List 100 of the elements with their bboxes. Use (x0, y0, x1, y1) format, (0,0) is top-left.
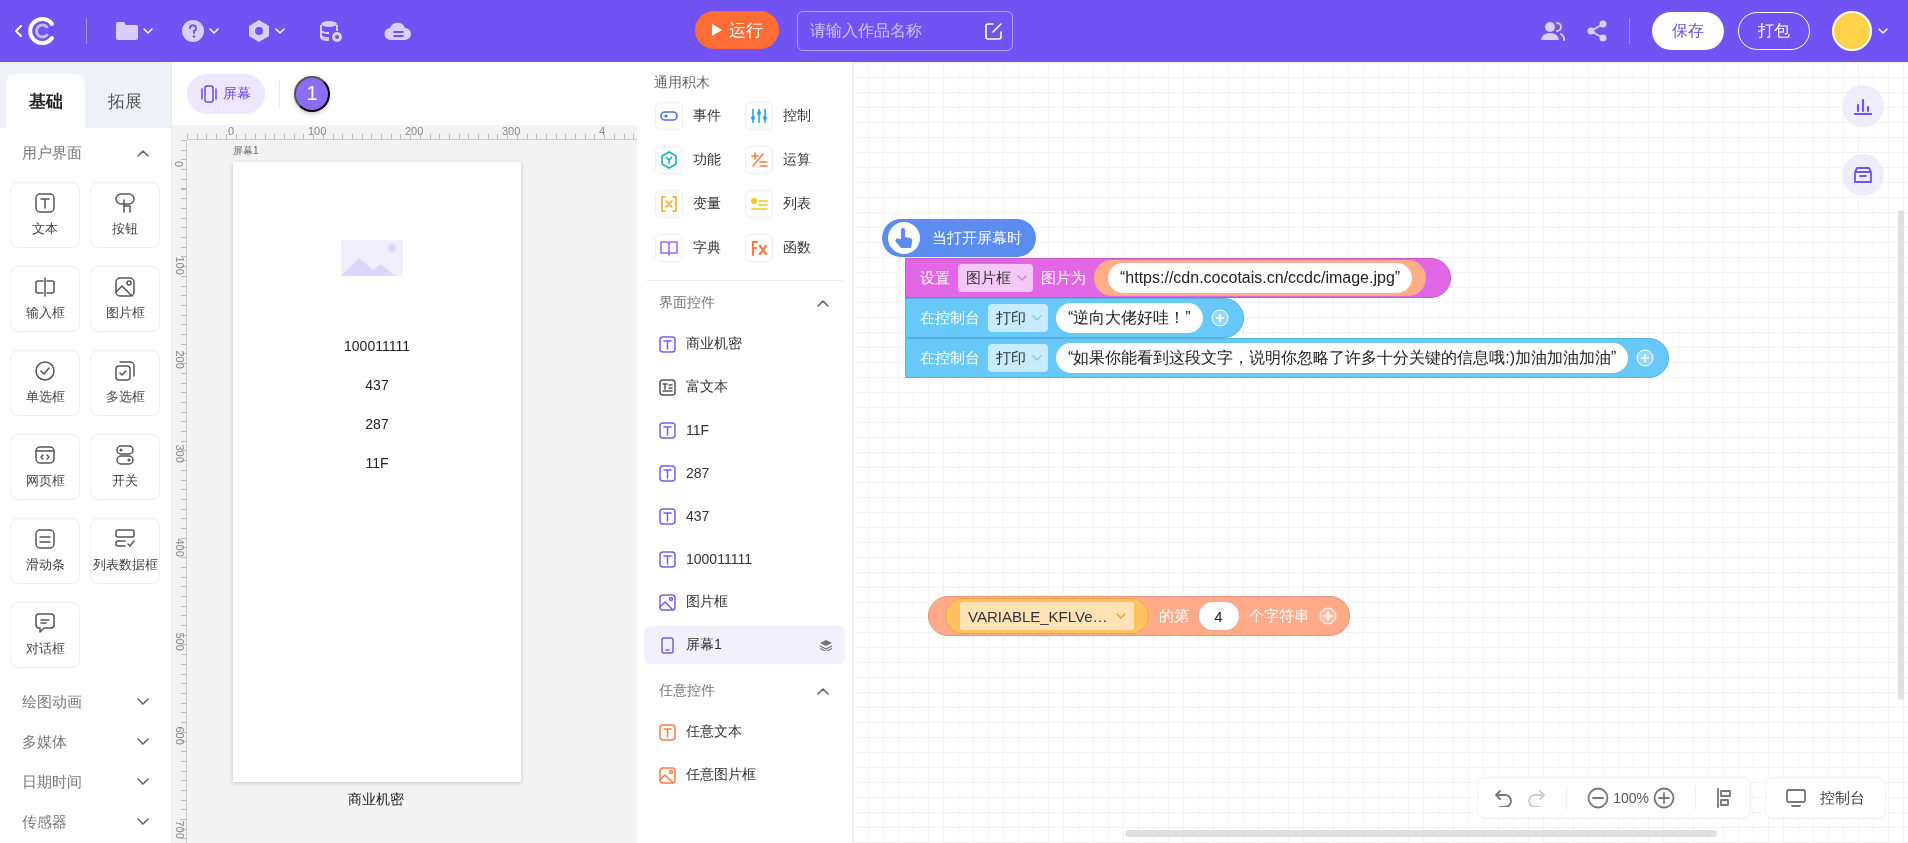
vertical-scrollbar[interactable] (1898, 210, 1904, 700)
string-field[interactable]: “逆向大佬好哇！” (1056, 303, 1203, 333)
block-category[interactable]: 字典 (655, 234, 745, 262)
section-header[interactable]: 界面控件 (644, 281, 845, 325)
panel-tab[interactable]: 拓展 (85, 74, 164, 128)
set-property-block[interactable]: 设置 图片框 图片为 “https://cdn.cocotais.cn/ccdc/image.jpg” (905, 258, 1452, 298)
phone-icon (201, 84, 217, 103)
expand-icon[interactable] (137, 698, 149, 706)
expand-icon[interactable] (137, 818, 149, 826)
widget-item[interactable]: 屏幕1 (644, 626, 845, 664)
database-icon[interactable] (319, 19, 343, 43)
widget-item[interactable]: 商业机密 (644, 325, 845, 363)
expand-icon[interactable] (137, 778, 149, 786)
component-tile[interactable]: 列表数据框 (90, 518, 160, 584)
component-tile[interactable]: 网页框 (10, 434, 80, 500)
string-index-block[interactable]: VARIABLE_KFLVe… 的第 4 个字符串 (928, 596, 1350, 636)
component-tile[interactable]: 输入框 (10, 266, 80, 332)
checkbox-icon (114, 360, 136, 382)
share-icon[interactable] (1587, 20, 1607, 42)
caret-icon (1032, 355, 1042, 361)
chart-button[interactable] (1842, 85, 1884, 127)
ruler-label: 0 (227, 125, 236, 139)
expand-icon[interactable] (137, 738, 149, 746)
block-category[interactable]: 控制 (744, 102, 834, 130)
component-tile[interactable]: 图片框 (90, 266, 160, 332)
panel-tab[interactable]: 基础 (6, 74, 85, 128)
back-icon[interactable] (14, 25, 22, 37)
component-tile[interactable]: 单选框 (10, 350, 80, 416)
image-icon (114, 276, 136, 298)
page-number-button[interactable]: 1 (294, 75, 330, 112)
widget-item[interactable]: 287 (644, 454, 845, 492)
collapse-icon[interactable] (817, 299, 829, 307)
block-category[interactable]: 功能 (655, 146, 745, 174)
ruler-label: 100 (307, 125, 328, 139)
screen-button[interactable]: 屏幕 (187, 73, 265, 114)
widget-item[interactable]: 437 (644, 497, 845, 535)
block-dropdown[interactable]: 打印 (988, 304, 1048, 332)
collapse-icon[interactable] (817, 687, 829, 695)
block-category[interactable]: 变量 (655, 190, 745, 218)
cloud-icon[interactable] (383, 20, 413, 42)
folder-icon[interactable] (115, 21, 139, 41)
users-icon[interactable] (1541, 21, 1565, 41)
section-header[interactable]: 日期时间 (0, 762, 171, 802)
widget-item[interactable]: 图片框 (644, 583, 845, 621)
align-icon[interactable] (1716, 788, 1734, 808)
section-title: 任意控件 (659, 682, 715, 700)
component-tile[interactable]: 多选框 (90, 350, 160, 416)
block-label: 在控制台 (920, 308, 980, 328)
text-icon (659, 507, 676, 525)
widget-item[interactable]: 富文本 (644, 368, 845, 406)
text-icon (659, 723, 676, 741)
component-tile[interactable]: 开关 (90, 434, 160, 500)
block-category[interactable]: 函数 (744, 234, 834, 262)
block-category[interactable]: 事件 (655, 102, 745, 130)
widget-item[interactable]: 11F (644, 411, 845, 449)
edit-icon[interactable] (985, 22, 1003, 40)
horizontal-scrollbar[interactable] (1125, 830, 1717, 837)
caret-icon (1878, 28, 1888, 34)
widget-item[interactable]: 100011111 (644, 540, 845, 578)
component-tile[interactable]: 对话框 (10, 602, 80, 668)
console-button[interactable]: 控制台 (1765, 777, 1886, 819)
string-field[interactable]: “https://cdn.cocotais.cn/ccdc/image.jpg” (1108, 263, 1413, 293)
component-tile[interactable]: 滑动条 (10, 518, 80, 584)
block-label: 图片为 (1041, 268, 1086, 288)
help-icon[interactable] (181, 19, 205, 43)
component-tile[interactable]: 按钮 (90, 182, 160, 248)
block-label: 在控制台 (920, 348, 980, 368)
text-icon (659, 421, 676, 439)
zoom-out-icon[interactable] (1587, 787, 1610, 809)
section-header[interactable]: 传感器 (0, 802, 171, 842)
avatar[interactable] (1832, 11, 1872, 51)
block-dropdown[interactable]: 图片框 (958, 264, 1033, 292)
store-button[interactable] (1842, 154, 1884, 196)
section-header[interactable]: 用户界面 (0, 128, 171, 178)
image-icon (659, 766, 676, 784)
widget-item[interactable]: 任意图片框 (644, 756, 845, 794)
widget-item[interactable]: 任意文本 (644, 713, 845, 751)
save-button[interactable]: 保存 (1652, 12, 1724, 50)
collapse-icon[interactable] (137, 149, 149, 157)
print-block[interactable]: 在控制台 打印 “逆向大佬好哇！” (905, 298, 1244, 338)
monitor-icon (1786, 789, 1806, 807)
string-field[interactable]: “如果你能看到这段文字，说明你忽略了许多十分关键的信息哦:)加油加油加油” (1056, 343, 1629, 373)
section-title: 界面控件 (659, 294, 715, 312)
layers-icon (819, 639, 833, 651)
block-category[interactable]: 列表 (744, 190, 834, 218)
switch-icon (114, 444, 136, 466)
panel-title: 通用积木 (653, 73, 711, 92)
component-tile[interactable]: 文本 (10, 182, 80, 248)
number-field[interactable]: 4 (1198, 602, 1239, 630)
variable-dropdown[interactable]: VARIABLE_KFLVe… (960, 602, 1134, 630)
print-block[interactable]: 在控制台 打印 “如果你能看到这段文字，说明你忽略了许多十分关键的信息哦:)加油加油加油” (905, 338, 1670, 378)
block-category[interactable]: 运算 (744, 146, 834, 174)
section-header[interactable]: 绘图动画 (0, 682, 171, 722)
block-dropdown[interactable]: 打印 (988, 344, 1048, 372)
store-icon (1853, 166, 1873, 184)
settings-icon[interactable] (247, 19, 271, 43)
undo-icon[interactable] (1494, 789, 1515, 807)
zoom-in-icon[interactable] (1653, 787, 1675, 809)
section-header[interactable]: 多媒体 (0, 722, 171, 762)
section-header[interactable]: 任意控件 (644, 669, 845, 713)
